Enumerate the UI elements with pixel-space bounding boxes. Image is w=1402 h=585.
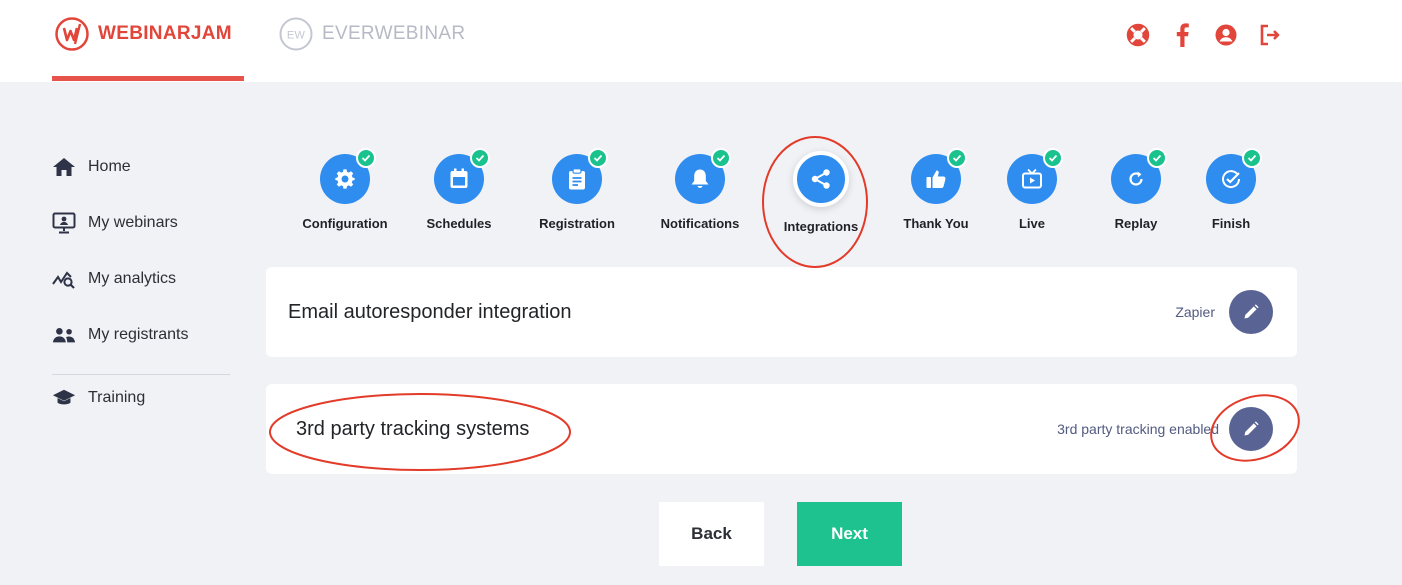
step-configuration[interactable]: Configuration: [290, 148, 400, 231]
step-circle-active: [793, 151, 849, 207]
completed-check-icon: [1147, 148, 1167, 168]
completed-check-icon: [1043, 148, 1063, 168]
sidebar-item-label: My webinars: [88, 214, 178, 231]
everwebinar-logo-icon: EW: [279, 17, 313, 51]
completed-check-icon: [588, 148, 608, 168]
step-schedules[interactable]: Schedules: [404, 148, 514, 231]
step-registration[interactable]: Registration: [522, 148, 632, 231]
third-party-tracking-card: 3rd party tracking systems 3rd party tra…: [266, 384, 1297, 474]
gear-icon: [335, 169, 355, 189]
card-title: 3rd party tracking systems: [296, 417, 530, 440]
top-header: WEBINARJAM EW EVERWEBINAR: [0, 0, 1402, 82]
step-label: Configuration: [302, 216, 388, 231]
active-brand-underline: [52, 76, 244, 81]
step-circle: [1007, 148, 1063, 204]
logout-icon[interactable]: [1257, 22, 1283, 48]
everwebinar-brand-label: EVERWEBINAR: [322, 23, 466, 44]
account-icon[interactable]: [1213, 22, 1239, 48]
everwebinar-brand[interactable]: EW EVERWEBINAR: [278, 16, 465, 52]
facebook-icon[interactable]: [1169, 22, 1195, 48]
sidebar-item-training[interactable]: Training: [52, 381, 234, 415]
clipboard-icon: [569, 168, 585, 190]
step-label: Finish: [1211, 216, 1251, 231]
completed-check-icon: [947, 148, 967, 168]
svg-text:EW: EW: [287, 30, 306, 42]
share-icon: [811, 169, 830, 189]
home-icon: [52, 156, 76, 178]
step-label: Registration: [539, 216, 615, 231]
pencil-icon: [1244, 304, 1259, 319]
sidebar-item-label: My analytics: [88, 270, 177, 287]
email-autoresponder-card: Email autoresponder integration Zapier: [266, 267, 1297, 357]
step-notifications[interactable]: Notifications: [645, 148, 755, 231]
step-replay[interactable]: Replay: [1081, 148, 1191, 231]
step-circle: [320, 148, 376, 204]
header-icon-bar: [1125, 22, 1283, 48]
sidebar-item-my-webinars[interactable]: My webinars: [52, 206, 234, 240]
step-label: Thank You: [903, 216, 969, 231]
completed-check-icon: [1242, 148, 1262, 168]
step-circle: [675, 148, 731, 204]
analytics-icon: [52, 268, 76, 290]
step-label: Replay: [1114, 216, 1158, 231]
webinars-icon: [52, 212, 76, 234]
sidebar-item-label: Training: [88, 389, 146, 406]
sidebar-item-home[interactable]: Home: [52, 150, 234, 184]
wizard-steps: Configuration Schedules Registration Not…: [294, 148, 1269, 240]
step-thank-you[interactable]: Thank You: [881, 148, 991, 231]
thumbs-up-icon: [926, 170, 946, 188]
step-circle: [552, 148, 608, 204]
step-live[interactable]: Live: [977, 148, 1087, 231]
calendar-icon: [450, 168, 468, 188]
step-circle: [911, 148, 967, 204]
sidebar-divider: [52, 374, 230, 375]
webinarjam-logo-icon: [55, 17, 89, 51]
edit-email-autoresponder-button[interactable]: [1229, 290, 1273, 334]
step-finish[interactable]: Finish: [1176, 148, 1286, 231]
step-label: Live: [1018, 216, 1045, 231]
sidebar-item-my-registrants[interactable]: My registrants: [52, 318, 234, 352]
back-button[interactable]: Back: [659, 502, 764, 566]
step-label: Schedules: [426, 216, 492, 231]
step-circle: [434, 148, 490, 204]
step-circle: [1206, 148, 1262, 204]
replay-icon: [1129, 171, 1143, 186]
graduation-cap-icon: [52, 387, 76, 409]
completed-check-icon: [470, 148, 490, 168]
support-icon[interactable]: [1125, 22, 1151, 48]
completed-check-icon: [356, 148, 376, 168]
webinarjam-brand[interactable]: WEBINARJAM: [54, 16, 232, 52]
edit-third-party-tracking-button[interactable]: [1229, 407, 1273, 451]
registrants-icon: [52, 324, 76, 346]
sidebar-item-label: Home: [88, 158, 131, 175]
check-circle-icon: [1222, 170, 1241, 189]
step-label: Notifications: [660, 216, 740, 231]
card-status: 3rd party tracking enabled: [1057, 421, 1219, 437]
pencil-icon: [1244, 421, 1259, 436]
webinarjam-brand-label: WEBINARJAM: [98, 23, 232, 44]
completed-check-icon: [711, 148, 731, 168]
tv-icon: [1022, 168, 1042, 189]
step-label: Integrations: [783, 219, 859, 234]
next-button[interactable]: Next: [797, 502, 902, 566]
card-status: Zapier: [1175, 304, 1215, 320]
step-circle: [1111, 148, 1167, 204]
bell-icon: [691, 169, 709, 188]
card-title: Email autoresponder integration: [288, 300, 572, 323]
sidebar-item-my-analytics[interactable]: My analytics: [52, 262, 234, 296]
sidebar-item-label: My registrants: [88, 326, 189, 343]
sidebar-nav: Home My webinars My analytics My registr…: [52, 150, 234, 415]
step-integrations[interactable]: Integrations: [766, 150, 876, 234]
